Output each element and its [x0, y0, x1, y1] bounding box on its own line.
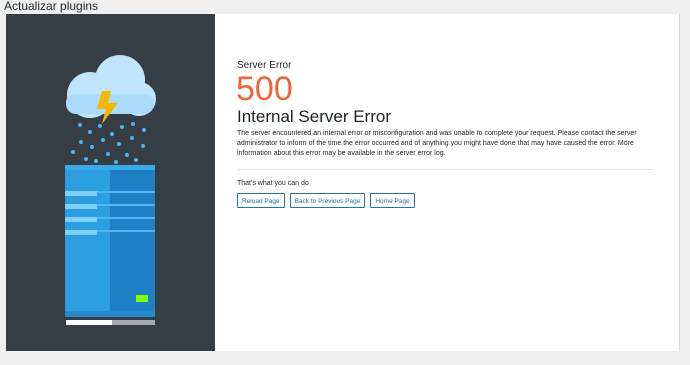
back-button[interactable]: Back to Previous Page: [289, 193, 366, 208]
actions-label: That's what you can do: [237, 180, 309, 187]
home-page-button[interactable]: Home Page: [370, 193, 415, 208]
actions-bar: Reload Page Back to Previous Page Home P…: [237, 193, 415, 208]
error-description: The server encountered an internal error…: [237, 130, 637, 157]
divider: [237, 169, 654, 170]
error-code: 500: [236, 70, 293, 108]
error-title: Internal Server Error: [237, 107, 391, 126]
window-title: Actualizar plugins: [4, 0, 99, 13]
reload-page-button[interactable]: Reload Page: [237, 193, 285, 208]
rain-drops: [71, 122, 146, 164]
status-led: [136, 295, 148, 302]
error-page-frame: Server Error 500 Internal Server Error T…: [6, 14, 680, 351]
illustration-panel: [6, 14, 215, 351]
server-illustration: [65, 55, 156, 325]
